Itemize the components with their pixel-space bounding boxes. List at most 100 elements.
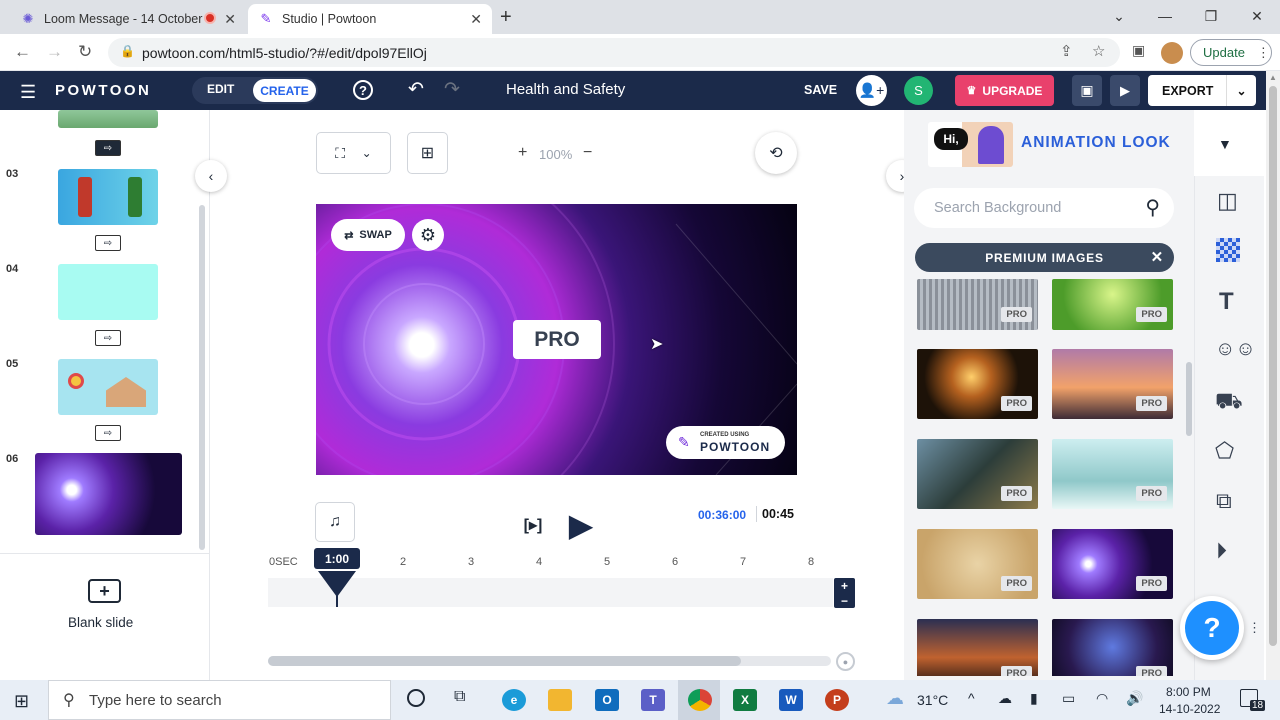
forward-icon[interactable]: →: [46, 42, 63, 62]
background-thumbnail[interactable]: PRO: [1052, 529, 1173, 599]
transition-icon[interactable]: ⇨: [95, 235, 121, 251]
file-explorer-icon[interactable]: [548, 689, 572, 711]
play-preview-icon[interactable]: ▶: [1110, 75, 1140, 106]
word-icon[interactable]: W: [779, 689, 803, 711]
timeline-zoom-out-button[interactable]: −: [834, 593, 855, 608]
back-icon[interactable]: ←: [14, 42, 31, 62]
wifi-icon[interactable]: ◠: [1096, 690, 1108, 707]
new-tab-button[interactable]: +: [500, 6, 512, 29]
timeline-scrollbar[interactable]: [268, 656, 831, 666]
clock-date[interactable]: 14-10-2022: [1159, 702, 1220, 716]
grid-toggle-button[interactable]: ⊞: [407, 132, 448, 174]
shapes-icon[interactable]: ⬠: [1215, 438, 1234, 464]
task-view-icon[interactable]: ⧉: [454, 688, 465, 706]
caret-down-icon[interactable]: ▼: [1218, 136, 1232, 152]
background-thumbnail[interactable]: PRO: [917, 529, 1038, 599]
transition-icon[interactable]: ⇨: [95, 140, 121, 156]
background-thumbnail[interactable]: PRO: [917, 619, 1038, 676]
edit-mode-button[interactable]: EDIT: [207, 82, 234, 96]
page-scrollbar[interactable]: ▲: [1266, 71, 1280, 680]
restore-icon[interactable]: ❐: [1188, 0, 1234, 32]
timeline-target-icon[interactable]: ●: [836, 652, 855, 671]
sidebar-icon[interactable]: ▣: [1132, 42, 1145, 59]
battery-icon[interactable]: ▭: [1062, 690, 1075, 707]
page-scroll-thumb[interactable]: [1269, 86, 1277, 646]
settings-button[interactable]: ⚙: [412, 219, 444, 251]
onedrive-icon[interactable]: ☁: [998, 690, 1012, 707]
outlook-icon[interactable]: O: [595, 689, 619, 711]
undo-icon[interactable]: ↶: [408, 78, 424, 101]
teams-icon[interactable]: T: [641, 689, 665, 711]
play-button[interactable]: ▶: [564, 505, 598, 545]
slide-thumbnail-02[interactable]: [58, 110, 158, 128]
props-icon[interactable]: ⛟: [1215, 388, 1243, 417]
chevron-down-icon[interactable]: ⌄: [1226, 75, 1256, 106]
tab-search-icon[interactable]: ⌄: [1096, 0, 1142, 32]
transition-icon[interactable]: ⇨: [95, 330, 121, 346]
background-thumbnail[interactable]: PRO: [1052, 439, 1173, 509]
clock-time[interactable]: 8:00 PM: [1166, 685, 1211, 699]
export-button[interactable]: EXPORT ⌄: [1148, 75, 1256, 106]
search-icon[interactable]: ⚲: [1145, 195, 1160, 220]
characters-icon[interactable]: ☺☺: [1215, 338, 1256, 361]
add-collaborator-icon[interactable]: 👤+: [856, 75, 887, 106]
windows-start-icon[interactable]: ⊞: [14, 691, 29, 712]
slide-thumbnail-03[interactable]: [58, 169, 158, 225]
user-avatar[interactable]: S: [904, 76, 933, 105]
reload-icon[interactable]: ↻: [78, 42, 92, 62]
browser-tab-loom[interactable]: ✺ Loom Message - 14 October ✕: [10, 4, 246, 34]
save-button[interactable]: SAVE: [804, 83, 837, 97]
slide-thumbnail-06-selected[interactable]: [35, 453, 182, 535]
background-thumbnail[interactable]: PRO: [917, 349, 1038, 419]
project-title[interactable]: Health and Safety: [506, 81, 625, 98]
upgrade-button[interactable]: ♛ UPGRADE: [955, 75, 1054, 106]
taskbar-search-field[interactable]: ⚲ Type here to search: [48, 680, 391, 720]
url-field[interactable]: 🔒 powtoon.com/html5-studio/?#/edit/dpol9…: [108, 38, 1120, 67]
weather-temp[interactable]: 31°C: [917, 692, 948, 708]
bookmark-star-icon[interactable]: ☆: [1092, 42, 1105, 60]
slides-scrollbar[interactable]: [199, 205, 205, 550]
premium-images-chip[interactable]: PREMIUM IMAGES ✕: [915, 243, 1174, 272]
background-thumbnail[interactable]: PRO: [1052, 619, 1173, 676]
swap-button[interactable]: ⇄ SWAP: [331, 219, 405, 251]
timeline-track[interactable]: [268, 578, 833, 607]
add-blank-slide-icon[interactable]: +: [88, 579, 121, 603]
background-panel-scrollbar[interactable]: [1186, 362, 1192, 436]
window-close-icon[interactable]: ✕: [1234, 0, 1280, 32]
slide-canvas[interactable]: ⇄ SWAP ⚙ PRO ✎ CREATED USING POWTOON: [316, 204, 797, 475]
share-icon[interactable]: ⇪: [1060, 42, 1073, 60]
slide-thumbnail-04[interactable]: [58, 264, 158, 320]
profile-avatar[interactable]: [1161, 42, 1183, 64]
minimize-icon[interactable]: —: [1142, 0, 1188, 32]
preview-slide-icon[interactable]: ▣: [1072, 75, 1102, 106]
help-button[interactable]: ?: [1180, 596, 1244, 660]
background-thumbnail[interactable]: PRO: [917, 439, 1038, 509]
close-tab-icon[interactable]: ✕: [470, 11, 482, 28]
cortana-icon[interactable]: [407, 689, 425, 707]
background-thumbnail[interactable]: PRO: [1052, 349, 1173, 419]
background-thumbnail[interactable]: PRO: [1052, 279, 1173, 330]
add-comment-button[interactable]: ⟲: [755, 132, 797, 174]
add-music-button[interactable]: ♫: [315, 502, 355, 542]
browser-tab-powtoon[interactable]: ✎ Studio | Powtoon ✕: [248, 4, 492, 34]
excel-icon[interactable]: X: [733, 689, 757, 711]
background-icon[interactable]: [1216, 238, 1240, 262]
powerpoint-icon[interactable]: P: [825, 689, 849, 711]
volume-icon[interactable]: 🔊: [1126, 690, 1143, 707]
zoom-out-icon[interactable]: −: [583, 144, 592, 162]
transition-icon[interactable]: ⇨: [95, 425, 121, 441]
edge-icon[interactable]: e: [502, 689, 526, 711]
slide-thumbnail-05[interactable]: [58, 359, 158, 415]
scroll-up-icon[interactable]: ▲: [1266, 73, 1280, 82]
usb-icon[interactable]: ▮: [1030, 690, 1038, 707]
timeline-zoom-in-button[interactable]: +: [834, 578, 855, 593]
video-icon[interactable]: ⏵: [1216, 538, 1227, 564]
hamburger-menu-icon[interactable]: ☰: [20, 82, 36, 103]
search-background-field[interactable]: Search Background ⚲: [914, 188, 1174, 228]
zoom-in-icon[interactable]: +: [518, 144, 527, 162]
aspect-ratio-dropdown[interactable]: ⛶ ⌄: [316, 132, 391, 174]
help-more-icon[interactable]: ⋮: [1248, 620, 1261, 636]
blank-slide-label[interactable]: Blank slide: [68, 615, 133, 630]
chrome-icon[interactable]: [688, 689, 712, 711]
close-chip-icon[interactable]: ✕: [1151, 248, 1164, 266]
